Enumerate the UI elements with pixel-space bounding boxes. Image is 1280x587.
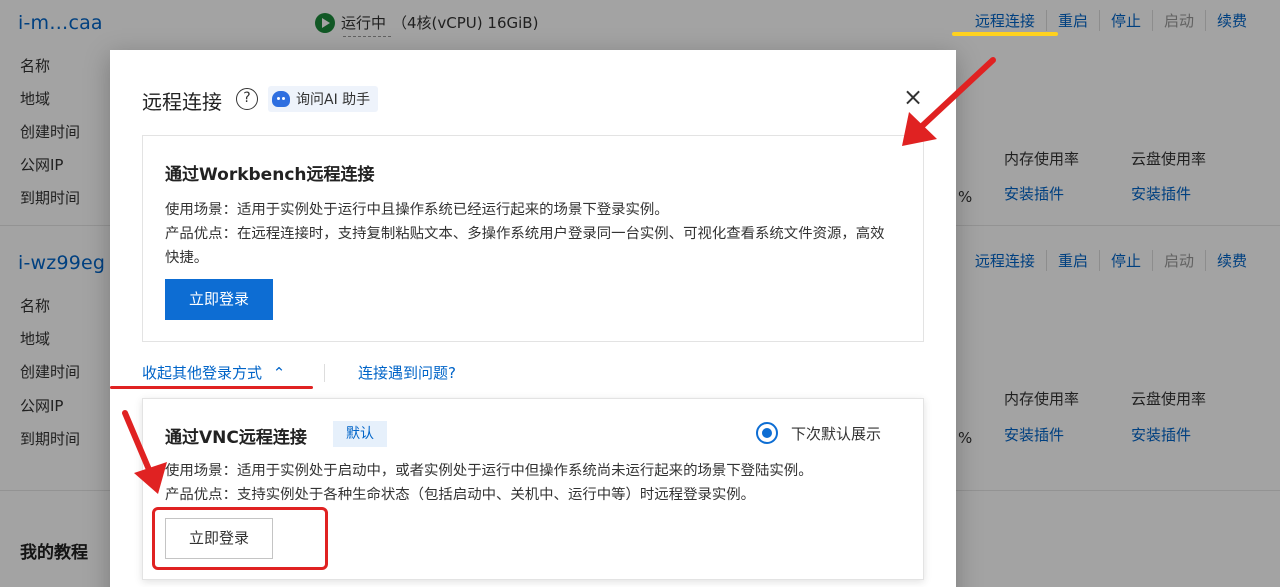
- arrow-icon: [122, 410, 167, 494]
- arrow-icon: [902, 57, 996, 146]
- annotation-arrows: [122, 57, 996, 494]
